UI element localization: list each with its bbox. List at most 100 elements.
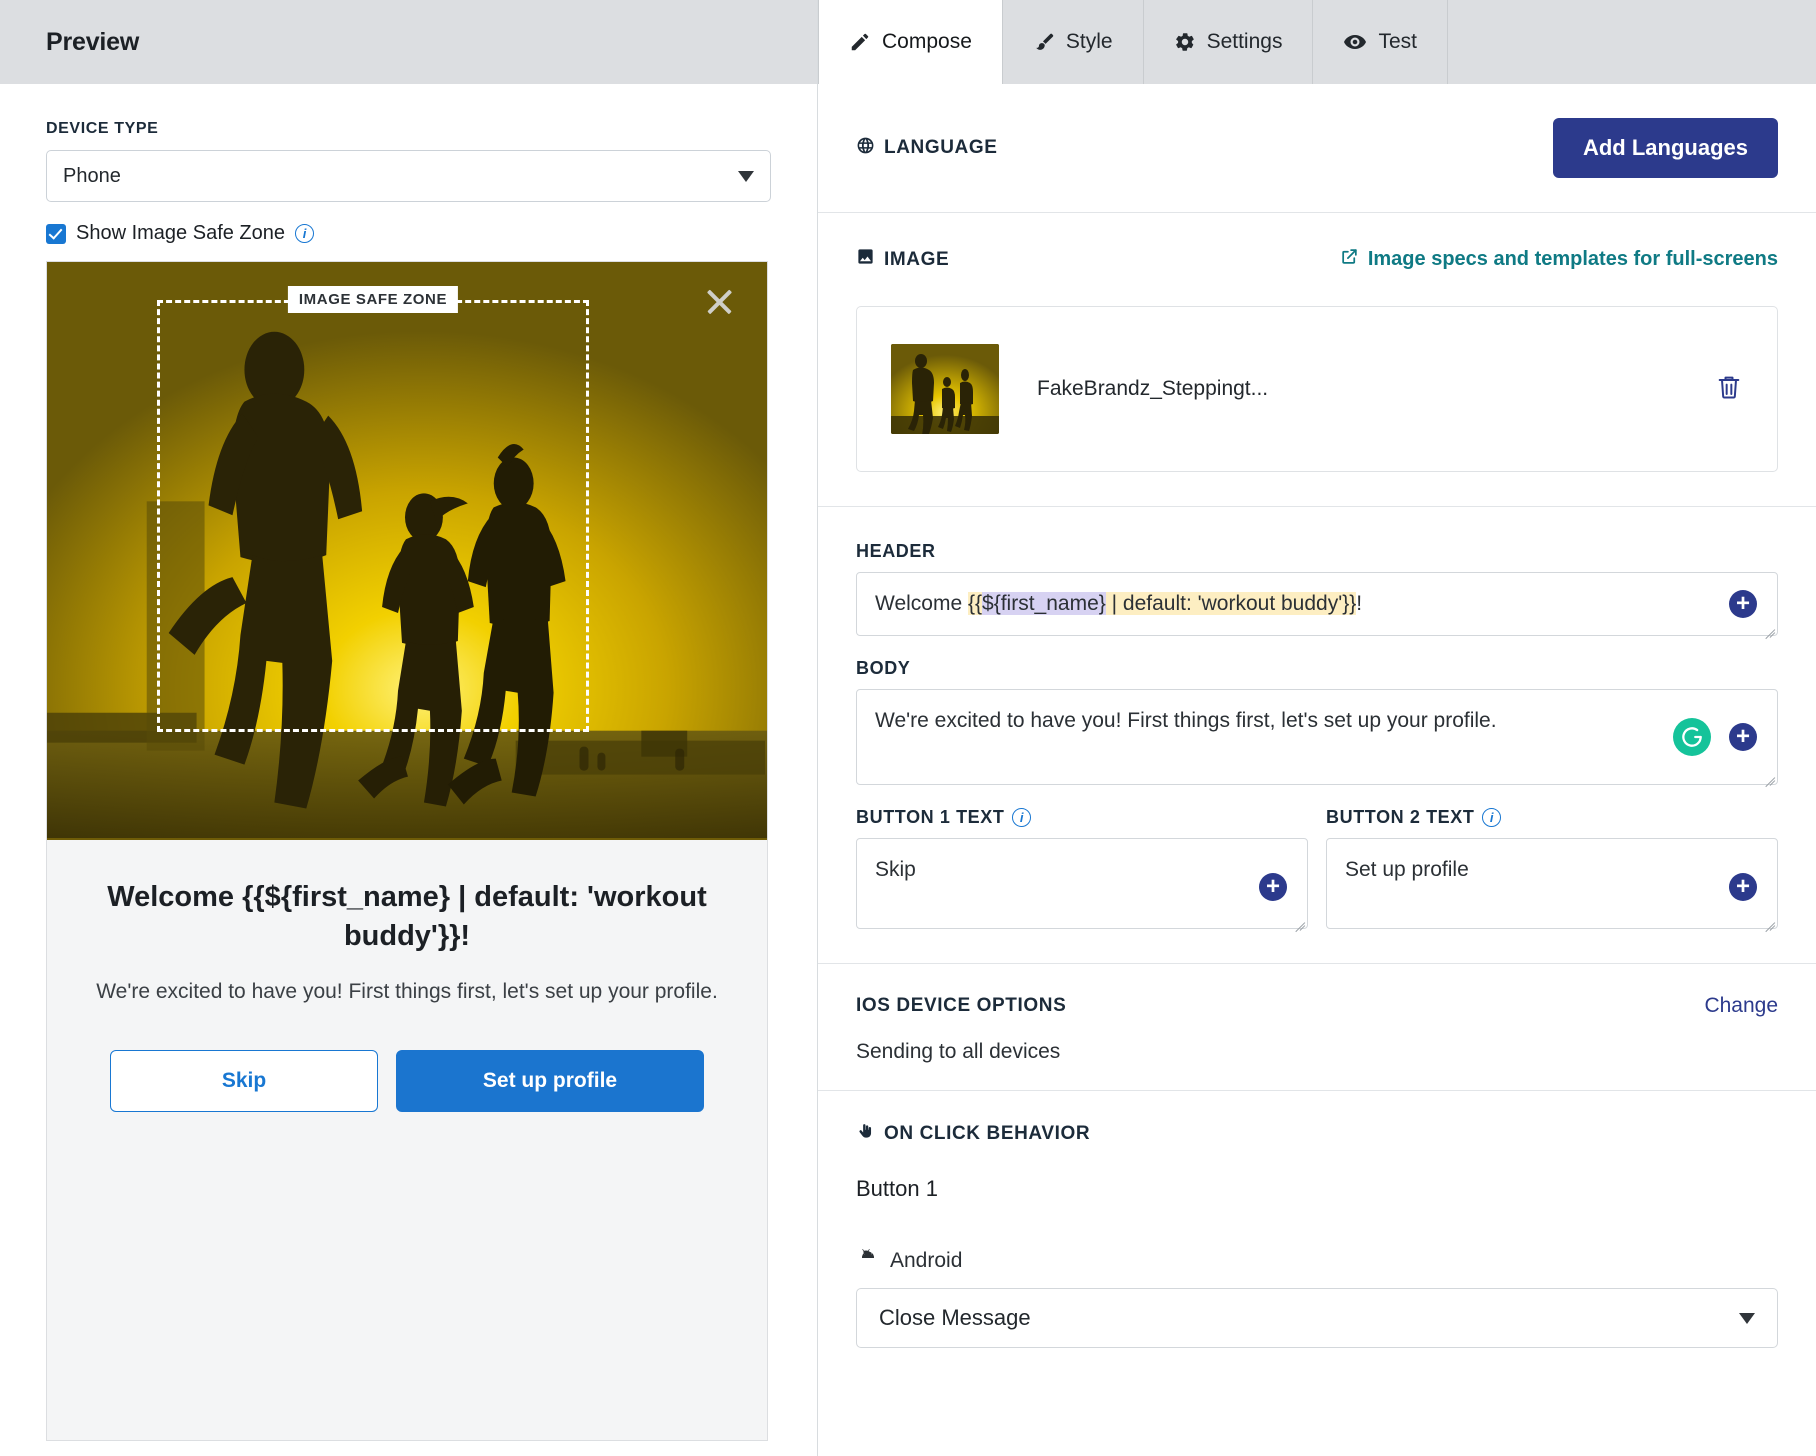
body-input[interactable]: We're excited to have you! First things … [857, 690, 1777, 783]
tab-style-label: Style [1066, 30, 1113, 54]
brush-icon [1033, 31, 1055, 53]
preview-buttons: Skip Set up profile [77, 1050, 737, 1112]
show-safe-zone-checkbox[interactable] [46, 224, 66, 244]
header-field-label: HEADER [856, 541, 1778, 562]
language-title-label: LANGUAGE [884, 137, 998, 159]
header-liquid-open: {{ [968, 592, 982, 615]
button1-resize-handle[interactable] [1292, 913, 1305, 926]
thumbnail-runners-image [891, 344, 999, 434]
button1-label-text: BUTTON 1 TEXT [856, 807, 1004, 828]
add-languages-button[interactable]: Add Languages [1553, 118, 1778, 178]
preview-button-set-up-profile[interactable]: Set up profile [396, 1050, 704, 1112]
tab-compose[interactable]: Compose [818, 0, 1003, 84]
tab-style[interactable]: Style [1003, 0, 1144, 84]
preview-header: Preview [0, 0, 817, 84]
tab-compose-label: Compose [882, 30, 972, 54]
header-add-personalization-icon[interactable]: + [1729, 590, 1757, 618]
image-specs-link[interactable]: Image specs and templates for full-scree… [1340, 247, 1778, 272]
image-icon [856, 247, 875, 272]
show-safe-zone-row[interactable]: Show Image Safe Zone i [46, 222, 771, 245]
image-safe-zone-label: IMAGE SAFE ZONE [288, 286, 458, 313]
show-safe-zone-label: Show Image Safe Zone [76, 222, 285, 245]
phone-preview-card: IMAGE SAFE ZONE Welcome {{${first_name} … [46, 261, 768, 1441]
button1-add-personalization-icon[interactable]: + [1259, 873, 1287, 901]
device-type-select[interactable]: Phone [46, 150, 771, 202]
tab-settings[interactable]: Settings [1144, 0, 1314, 84]
grammarly-icon[interactable] [1673, 718, 1711, 756]
info-icon[interactable]: i [295, 224, 314, 243]
header-field-block: HEADER Welcome {{${first_name} | default… [856, 541, 1778, 636]
button1-input[interactable]: Skip [857, 839, 1307, 928]
section-language: LANGUAGE Add Languages [818, 84, 1816, 213]
preview-button-skip[interactable]: Skip [110, 1050, 378, 1112]
external-link-icon [1340, 247, 1359, 272]
app-root: Preview DEVICE TYPE Phone Show Image Saf… [0, 0, 1816, 1456]
button2-resize-handle[interactable] [1762, 913, 1775, 926]
pencil-icon [849, 31, 871, 53]
button1-input-wrapper[interactable]: Skip + [856, 838, 1308, 929]
body-add-personalization-icon[interactable]: + [1729, 723, 1757, 751]
body-resize-handle[interactable] [1762, 769, 1775, 782]
eye-icon [1343, 30, 1367, 54]
body-field-label: BODY [856, 658, 1778, 679]
button-text-fields: BUTTON 1 TEXT i Skip + BUTTON 2 TEXT i [856, 807, 1778, 929]
preview-panel: Preview DEVICE TYPE Phone Show Image Saf… [0, 0, 818, 1456]
delete-image-icon[interactable] [1715, 372, 1743, 407]
header-liquid-variable: ${first_name} [982, 592, 1106, 615]
android-icon [856, 1246, 880, 1276]
header-text-prefix: Welcome [875, 592, 968, 615]
button2-input-wrapper[interactable]: Set up profile + [1326, 838, 1778, 929]
close-icon[interactable] [701, 284, 737, 320]
tab-test-label: Test [1378, 30, 1417, 54]
platform-label-android: Android [890, 1249, 962, 1273]
editor-tabs: Compose Style Settings Test [818, 0, 1816, 84]
chevron-down-icon [1739, 1313, 1755, 1324]
platform-row-android: Android [856, 1246, 1778, 1276]
button2-input[interactable]: Set up profile [1327, 839, 1777, 928]
device-type-value: Phone [63, 165, 121, 188]
section-compose-fields: HEADER Welcome {{${first_name} | default… [818, 507, 1816, 964]
on-click-behavior-title: ON CLICK BEHAVIOR [856, 1121, 1778, 1146]
button2-info-icon[interactable]: i [1482, 808, 1501, 827]
on-click-button-group-label: Button 1 [856, 1176, 1778, 1202]
preview-message-header: Welcome {{${first_name} | default: 'work… [77, 878, 737, 955]
page-title: Preview [46, 28, 139, 57]
button2-add-personalization-icon[interactable]: + [1729, 873, 1757, 901]
button1-info-icon[interactable]: i [1012, 808, 1031, 827]
device-type-label: DEVICE TYPE [46, 120, 771, 138]
button1-field-block: BUTTON 1 TEXT i Skip + [856, 807, 1308, 929]
chevron-down-icon [738, 171, 754, 182]
button2-field-label: BUTTON 2 TEXT i [1326, 807, 1778, 828]
header-input-wrapper[interactable]: Welcome {{${first_name} | default: 'work… [856, 572, 1778, 636]
globe-icon [856, 136, 875, 161]
image-file-name: FakeBrandz_Steppingt... [1037, 377, 1677, 401]
ios-device-options-change-link[interactable]: Change [1704, 994, 1778, 1018]
section-on-click-behavior: ON CLICK BEHAVIOR Button 1 Android Close… [818, 1091, 1816, 1382]
button2-label-text: BUTTON 2 TEXT [1326, 807, 1474, 828]
on-click-action-select[interactable]: Close Message [856, 1288, 1778, 1348]
body-field-block: BODY We're excited to have you! First th… [856, 658, 1778, 784]
tab-test[interactable]: Test [1313, 0, 1448, 84]
body-input-wrapper[interactable]: We're excited to have you! First things … [856, 689, 1778, 784]
image-asset-row: FakeBrandz_Steppingt... [856, 306, 1778, 472]
ios-device-options-title: IOS DEVICE OPTIONS [856, 995, 1066, 1017]
gear-icon [1174, 31, 1196, 53]
ios-device-options-status: Sending to all devices [856, 1040, 1778, 1064]
button1-field-label: BUTTON 1 TEXT i [856, 807, 1308, 828]
header-liquid-default: | default: 'workout buddy'}} [1106, 592, 1356, 615]
language-section-title: LANGUAGE [856, 136, 998, 161]
header-resize-handle[interactable] [1762, 620, 1775, 633]
image-thumbnail[interactable] [891, 344, 999, 434]
header-input[interactable]: Welcome {{${first_name} | default: 'work… [857, 573, 1777, 635]
header-text-suffix: ! [1356, 592, 1362, 615]
section-ios-device-options: IOS DEVICE OPTIONS Change Sending to all… [818, 964, 1816, 1091]
image-section-title: IMAGE [856, 247, 949, 272]
preview-message-body: We're excited to have you! First things … [77, 977, 737, 1008]
preview-body: DEVICE TYPE Phone Show Image Safe Zone i [0, 84, 817, 1456]
editor-sections: LANGUAGE Add Languages IMAGE [818, 84, 1816, 1456]
editor-panel: Compose Style Settings Test [818, 0, 1816, 1456]
button2-field-block: BUTTON 2 TEXT i Set up profile + [1326, 807, 1778, 929]
section-image: IMAGE Image specs and templates for full… [818, 213, 1816, 507]
on-click-action-value: Close Message [879, 1305, 1031, 1331]
preview-message-content: Welcome {{${first_name} | default: 'work… [47, 840, 767, 1112]
